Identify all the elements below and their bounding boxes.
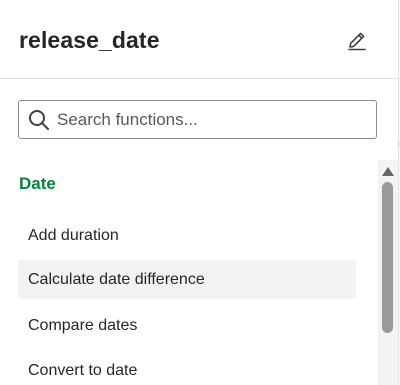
function-item-calculate-date-difference[interactable]: Calculate date difference — [18, 260, 356, 299]
panel-header: release_date — [0, 0, 398, 79]
edit-field-button[interactable] — [340, 24, 374, 56]
pencil-icon — [348, 32, 366, 51]
search-functions-box[interactable] — [18, 100, 377, 139]
function-list: Date Add duration Calculate date differe… — [0, 160, 398, 385]
function-item-convert-to-date[interactable]: Convert to date — [18, 351, 356, 385]
function-item-compare-dates[interactable]: Compare dates — [18, 306, 356, 345]
scroll-up-arrow-icon[interactable] — [382, 167, 394, 176]
function-item-label: Compare dates — [28, 317, 138, 334]
function-item-label: Convert to date — [28, 362, 138, 379]
function-panel: release_date Date Add duration Calculate… — [0, 0, 400, 385]
function-item-label: Calculate date difference — [28, 271, 205, 288]
category-heading-date: Date — [19, 174, 56, 193]
function-list-scrollbar[interactable] — [378, 160, 398, 385]
search-icon — [29, 110, 49, 130]
scrollbar-thumb[interactable] — [382, 182, 393, 333]
field-name-title: release_date — [19, 27, 160, 53]
function-item-add-duration[interactable]: Add duration — [18, 216, 356, 255]
search-functions-input[interactable] — [57, 101, 367, 138]
function-item-label: Add duration — [28, 227, 119, 244]
